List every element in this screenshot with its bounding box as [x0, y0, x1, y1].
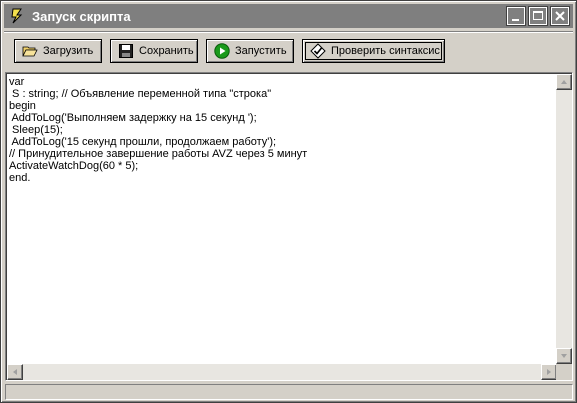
scroll-up-button[interactable]	[556, 74, 572, 90]
maximize-button[interactable]	[528, 6, 548, 26]
syntax-check-icon	[310, 43, 326, 59]
editor-frame: var S : string; // Объявление переменной…	[6, 73, 572, 380]
load-button-label: Загрузить	[43, 45, 94, 57]
code-area[interactable]: var S : string; // Объявление переменной…	[9, 76, 557, 362]
code-line: Sleep(15);	[9, 124, 63, 136]
open-folder-icon	[22, 43, 38, 59]
script-editor[interactable]: var S : string; // Объявление переменной…	[5, 72, 573, 381]
scroll-down-button[interactable]	[556, 348, 572, 364]
close-button[interactable]	[550, 6, 570, 26]
save-button-label: Сохранить	[139, 45, 194, 57]
window-title: Запуск скрипта	[32, 9, 131, 24]
code-line: begin	[9, 100, 36, 112]
code-line: AddToLog('15 секунд прошли, продолжаем р…	[9, 136, 277, 148]
play-icon	[214, 43, 230, 59]
code-line: S : string; // Объявление переменной тип…	[9, 88, 272, 100]
run-button[interactable]: Запустить	[206, 39, 294, 63]
script-icon	[8, 7, 26, 25]
title-bar[interactable]: Запуск скрипта	[4, 4, 573, 28]
code-line: var	[9, 76, 25, 88]
run-button-label: Запустить	[235, 45, 287, 57]
code-line: AddToLog('Выполняем задержку на 15 секун…	[9, 112, 257, 124]
check-syntax-button[interactable]: Проверить синтаксис	[302, 39, 445, 63]
code-line: end.	[9, 172, 31, 184]
horizontal-scrollbar[interactable]	[7, 364, 557, 380]
scroll-left-button[interactable]	[7, 364, 23, 380]
vertical-scrollbar[interactable]	[556, 74, 572, 364]
scroll-right-button[interactable]	[541, 364, 557, 380]
save-button[interactable]: Сохранить	[110, 39, 198, 63]
scrollbar-corner	[556, 364, 572, 380]
floppy-disk-icon	[118, 43, 134, 59]
minimize-button[interactable]	[506, 6, 526, 26]
code-line: ActivateWatchDog(60 * 5);	[9, 160, 139, 172]
toolbar-separator	[4, 31, 573, 33]
status-bar	[5, 384, 573, 400]
check-syntax-button-label: Проверить синтаксис	[331, 45, 440, 57]
code-line: // Принудительное завершение работы AVZ …	[9, 148, 308, 160]
script-runner-window: Запуск скрипта Загрузить Сохранить Запус…	[0, 0, 577, 403]
load-button[interactable]: Загрузить	[14, 39, 102, 63]
